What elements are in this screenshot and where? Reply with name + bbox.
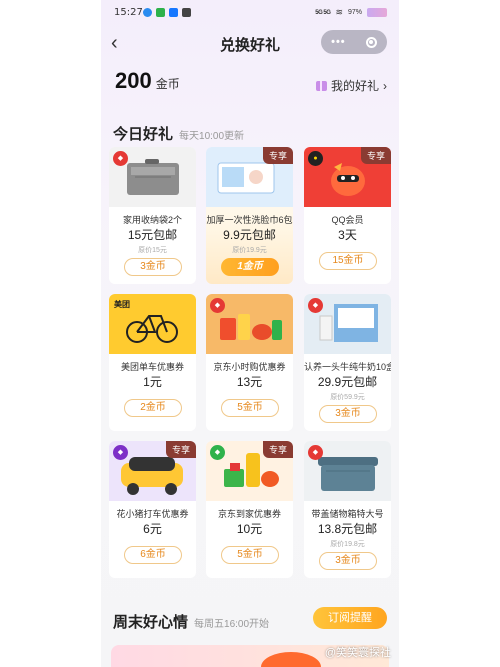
status-time: 15:27 (114, 7, 143, 18)
product-price: 1元 (143, 375, 162, 389)
status-right: 5G 5G ≋ 97% (315, 7, 387, 18)
original-price: 原价19.9元 (232, 247, 267, 254)
redeem-button[interactable]: 3金币 (319, 405, 377, 423)
product-image: ◆ (206, 294, 293, 354)
today-section-header: 今日好礼 每天10:00更新 (113, 123, 244, 144)
gift-icon (315, 80, 327, 91)
gift-card-storage-bags[interactable]: ◆ 家用收纳袋2个 15元包邮 原价15元 3金币 (109, 147, 196, 284)
product-name: 带盖储物箱特大号 (311, 509, 384, 519)
product-image: ◆ (109, 147, 196, 207)
redeem-button[interactable]: 1金币 (221, 258, 279, 276)
gift-card-face-towels[interactable]: 专享 加厚一次性洗脸巾6包 9.9元包邮 原价19.9元 1金币 (206, 147, 293, 284)
my-gifts-label: 我的好礼 (330, 79, 379, 93)
watermark: @笑笑寰探社 (324, 647, 391, 659)
product-name: 加厚一次性洗脸巾6包 (206, 215, 293, 225)
mini-program-capsule[interactable]: ••• (321, 30, 387, 54)
section-subtitle: 每天10:00更新 (179, 131, 245, 142)
nav-bar: ‹ 兑换好礼 ••• (101, 28, 399, 58)
app-notification-icon (143, 8, 152, 17)
app-notification-icon (169, 8, 178, 17)
product-name: 京东小时购优惠券 (213, 362, 286, 372)
section-title: 周末好心情 (113, 614, 189, 631)
notification-icons (143, 8, 191, 17)
redeem-button[interactable]: 15金币 (319, 252, 377, 270)
battery-icon (367, 8, 387, 17)
app-notification-icon (182, 8, 191, 17)
meituan-logo: 美团 (114, 300, 130, 309)
product-image: 专享 (206, 147, 293, 207)
close-circle-icon[interactable] (365, 36, 377, 48)
product-image: 专享 ● (304, 147, 391, 207)
brand-logo-icon: ◆ (308, 298, 323, 313)
product-image: 专享 ◆ (109, 441, 196, 501)
product-price: 3天 (338, 228, 357, 242)
product-name: 认养一头牛纯牛奶10盒 (304, 362, 391, 372)
original-price: 原价19.8元 (330, 541, 365, 548)
original-price: 原价15元 (138, 247, 167, 254)
coin-amount: 200 (115, 68, 152, 93)
product-image: ◆ (304, 294, 391, 354)
product-image: ◆ (304, 441, 391, 501)
redeem-button[interactable]: 3金币 (124, 258, 182, 276)
brand-logo-icon: ◆ (113, 151, 128, 166)
redeem-button[interactable]: 5金币 (221, 399, 279, 417)
section-subtitle: 每周五16:00开始 (194, 619, 270, 630)
jd-logo-icon: ◆ (210, 298, 225, 313)
jd-daojia-logo-icon: ◆ (210, 445, 225, 460)
brand-logo-icon: ◆ (308, 445, 323, 460)
exclusive-badge: 专享 (262, 147, 293, 164)
weekend-section-header: 周末好心情 每周五16:00开始 (113, 611, 269, 632)
coin-unit: 金币 (155, 77, 180, 91)
product-price: 6元 (143, 522, 162, 536)
exclusive-badge: 专享 (165, 441, 196, 458)
product-name: QQ会员 (331, 215, 364, 225)
product-price: 13元 (236, 375, 263, 389)
gift-card-meituan-bike[interactable]: 美团 美团单车优惠券 1元 2金币 (109, 294, 196, 431)
redeem-button[interactable]: 3金币 (319, 552, 377, 570)
product-image: 专享 ◆ (206, 441, 293, 501)
gift-card-jd-hour[interactable]: ◆ 京东小时购优惠券 13元 5金币 (206, 294, 293, 431)
gift-card-huaxiaozhu[interactable]: 专享 ◆ 花小猪打车优惠券 6元 6金币 (109, 441, 196, 578)
product-price: 10元 (236, 522, 263, 536)
redeem-button[interactable]: 2金币 (124, 399, 182, 417)
product-name: 花小猪打车优惠券 (116, 509, 189, 519)
signal-icon: 5G 5G (315, 9, 331, 16)
huaxiaozhu-logo-icon: ◆ (113, 445, 128, 460)
more-icon[interactable]: ••• (331, 36, 346, 48)
product-name: 美团单车优惠券 (120, 362, 184, 372)
gift-card-jd-daojia[interactable]: 专享 ◆ 京东到家优惠券 10元 5金币 (206, 441, 293, 578)
battery-level: 97% (347, 9, 362, 16)
exclusive-badge: 专享 (262, 441, 293, 458)
section-title: 今日好礼 (113, 126, 174, 143)
my-gifts-link[interactable]: 我的好礼 › (315, 77, 387, 94)
product-name: 家用收纳袋2个 (122, 215, 182, 225)
original-price: 原价59.9元 (330, 394, 365, 401)
chevron-right-icon: › (383, 78, 387, 93)
product-price: 13.8元包邮 (317, 522, 378, 536)
product-price: 29.9元包邮 (317, 375, 378, 389)
coin-balance: 200 金币 (115, 68, 180, 94)
product-price: 9.9元包邮 (223, 228, 276, 242)
product-price: 15元包邮 (127, 228, 178, 242)
wifi-icon: ≋ (335, 7, 343, 17)
product-image: 美团 (109, 294, 196, 354)
product-name: 京东到家优惠券 (217, 509, 281, 519)
app-screen: 15:27 5G 5G ≋ 97% ‹ 兑换好礼 ••• 200 金币 我的好礼… (101, 0, 399, 667)
redeem-button[interactable]: 6金币 (124, 546, 182, 564)
status-bar: 15:27 5G 5G ≋ 97% (101, 0, 399, 26)
gift-card-milk[interactable]: ◆ 认养一头牛纯牛奶10盒 29.9元包邮 原价59.9元 3金币 (304, 294, 391, 431)
exclusive-badge: 专享 (360, 147, 391, 164)
gift-card-storage-box[interactable]: ◆ 带盖储物箱特大号 13.8元包邮 原价19.8元 3金币 (304, 441, 391, 578)
qq-logo-icon: ● (308, 151, 323, 166)
redeem-button[interactable]: 5金币 (221, 546, 279, 564)
app-notification-icon (156, 8, 165, 17)
subscribe-reminder-button[interactable]: 订阅提醒 (313, 607, 387, 629)
gift-card-qq-vip[interactable]: 专享 ● QQ会员 3天 15金币 (304, 147, 391, 284)
